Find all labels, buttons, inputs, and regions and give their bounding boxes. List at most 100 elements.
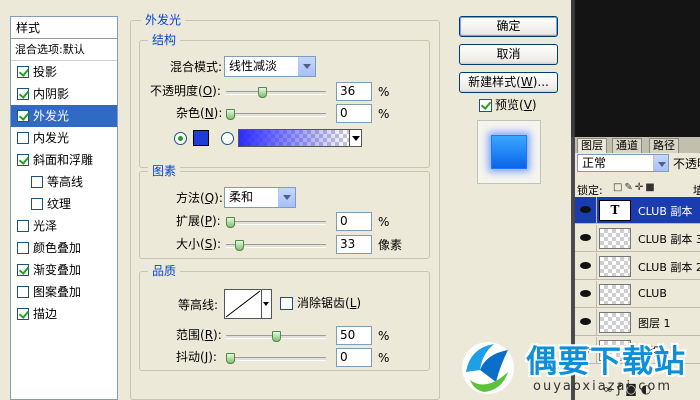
size-input[interactable]: 33 (336, 235, 372, 254)
opacity-input[interactable]: 36 (336, 82, 372, 101)
anti-alias-checkbox[interactable] (280, 297, 293, 310)
chevron-down-icon[interactable] (262, 289, 272, 319)
lock-icons[interactable]: □✎✛■ (613, 182, 657, 193)
style-item-label: 图案叠加 (33, 285, 82, 299)
style-item-label: 纹理 (47, 197, 72, 211)
lock-transparency-icon[interactable]: □ (613, 182, 624, 193)
style-checkbox[interactable] (17, 220, 29, 232)
tab-layers[interactable]: 图层 (577, 138, 607, 153)
style-checkbox[interactable] (17, 308, 29, 320)
noise-slider[interactable] (226, 109, 326, 120)
tab-paths[interactable]: 路径 (649, 138, 679, 153)
layers-panel-tabs: 图层 通道 路径 (575, 137, 700, 153)
style-item[interactable]: 图案叠加 (11, 281, 117, 303)
quality-title: 品质 (148, 264, 181, 278)
style-checkbox[interactable] (17, 66, 29, 78)
style-item-label: 光泽 (33, 219, 58, 233)
structure-title: 结构 (148, 33, 181, 47)
lock-all-icon[interactable]: ■ (645, 182, 656, 193)
style-checkbox[interactable] (17, 154, 29, 166)
style-preview (477, 120, 541, 184)
spread-slider-thumb[interactable] (226, 217, 235, 228)
noise-unit: % (378, 107, 390, 121)
noise-input[interactable]: 0 (336, 104, 372, 123)
style-item-label: 内发光 (33, 131, 70, 145)
layer-row[interactable]: CLUB 副本 3 (575, 225, 700, 252)
noise-label: 杂色(N): (176, 106, 223, 120)
style-checkbox[interactable] (17, 264, 29, 276)
spread-slider[interactable] (226, 217, 326, 228)
jitter-slider[interactable] (226, 353, 326, 364)
blending-options-item[interactable]: 混合选项:默认 (11, 39, 117, 61)
visibility-toggle[interactable] (575, 281, 597, 307)
text-layer-thumbnail: T (599, 200, 631, 221)
visibility-toggle[interactable] (575, 309, 597, 335)
quality-group: 品质 等高线: 消除锯齿(L) 范围(R): 50 % 抖动(J): 0 % (139, 264, 430, 371)
visibility-toggle[interactable] (575, 197, 597, 223)
style-item[interactable]: 光泽 (11, 215, 117, 237)
style-item[interactable]: 斜面和浮雕 (11, 149, 117, 171)
glow-gradient-picker[interactable] (238, 129, 350, 147)
spread-input[interactable]: 0 (336, 212, 372, 231)
style-item[interactable]: 外发光 (11, 105, 117, 127)
style-checkbox[interactable] (17, 242, 29, 254)
jitter-slider-thumb[interactable] (226, 353, 235, 364)
size-unit: 像素 (378, 238, 403, 252)
layer-row[interactable]: T CLUB 副本 (575, 197, 700, 224)
style-item[interactable]: 内发光 (11, 127, 117, 149)
blend-mode-value: 线性减淡 (229, 59, 278, 73)
tab-channels[interactable]: 通道 (612, 138, 642, 153)
opacity-label: 不透明度(O): (150, 84, 221, 98)
watermark: 偶要下载站 ouyaoxiazai.com (456, 333, 700, 400)
style-item[interactable]: 描边 (11, 303, 117, 325)
preview-checkbox[interactable] (479, 99, 492, 112)
new-style-button[interactable]: 新建样式(W)... (459, 72, 558, 93)
glow-color-swatch[interactable] (193, 130, 209, 146)
lock-move-icon[interactable]: ✛ (635, 182, 645, 193)
jitter-unit: % (378, 351, 390, 365)
gradient-radio[interactable] (221, 132, 234, 145)
style-item[interactable]: 纹理 (11, 193, 117, 215)
style-checkbox[interactable] (17, 110, 29, 122)
style-item[interactable]: 内阴影 (11, 83, 117, 105)
visibility-toggle[interactable] (575, 225, 597, 251)
lock-paint-icon[interactable]: ✎ (624, 182, 634, 193)
opacity-unit: % (378, 85, 390, 99)
style-item[interactable]: 投影 (11, 61, 117, 83)
style-checkbox[interactable] (17, 88, 29, 100)
visibility-toggle[interactable] (575, 253, 597, 279)
fill-label: 埴 (693, 182, 700, 198)
noise-slider-thumb[interactable] (226, 109, 235, 120)
preview-swatch (491, 135, 527, 169)
blend-mode-select[interactable]: 线性减淡 (224, 56, 316, 77)
style-checkbox[interactable] (17, 132, 29, 144)
contour-picker[interactable] (224, 289, 262, 319)
range-input[interactable]: 50 (336, 326, 372, 345)
style-item[interactable]: 颜色叠加 (11, 237, 117, 259)
style-checkbox[interactable] (17, 286, 29, 298)
chevron-down-icon[interactable] (350, 129, 362, 147)
size-slider-thumb[interactable] (235, 240, 245, 251)
chevron-down-icon (298, 57, 315, 76)
layer-row[interactable]: CLUB (575, 281, 700, 308)
solid-color-radio[interactable] (174, 132, 187, 145)
styles-header[interactable]: 样式 (11, 17, 117, 39)
style-item[interactable]: 渐变叠加 (11, 259, 117, 281)
layer-blend-mode-select[interactable]: 正常 (577, 154, 669, 172)
style-checkbox[interactable] (31, 198, 43, 210)
ok-button[interactable]: 确定 (459, 16, 558, 37)
size-slider[interactable] (226, 240, 326, 251)
cancel-button[interactable]: 取消 (459, 44, 558, 65)
opacity-slider[interactable] (226, 87, 326, 98)
range-slider-thumb[interactable] (272, 331, 281, 342)
technique-select[interactable]: 柔和 (224, 187, 296, 208)
layer-row[interactable]: CLUB 副本 2 (575, 253, 700, 280)
layer-row[interactable]: 图层 1 (575, 309, 700, 336)
jitter-input[interactable]: 0 (336, 348, 372, 367)
opacity-slider-thumb[interactable] (258, 87, 267, 98)
range-slider[interactable] (226, 331, 326, 342)
watermark-url: ouyaoxiazai.com (533, 379, 672, 394)
style-checkbox[interactable] (31, 176, 43, 188)
style-item[interactable]: 等高线 (11, 171, 117, 193)
layer-thumbnail (599, 256, 631, 277)
